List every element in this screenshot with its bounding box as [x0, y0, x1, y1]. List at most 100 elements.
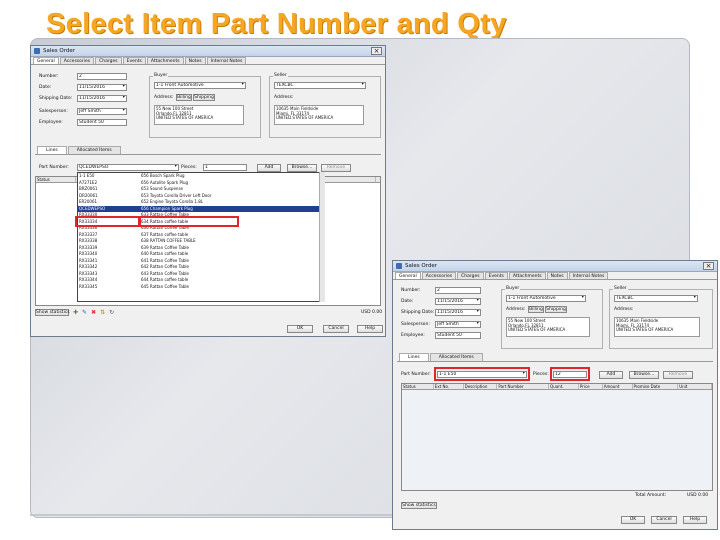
browse-button[interactable]: Browse...: [287, 164, 317, 172]
shipping-button[interactable]: Shipping: [545, 306, 567, 313]
refresh-icon[interactable]: ↻: [109, 309, 114, 316]
cancel-button[interactable]: Cancel: [323, 325, 349, 333]
tab-general[interactable]: General: [395, 272, 421, 279]
part-number-label: Part Number:: [401, 372, 431, 377]
tab-events[interactable]: Events: [484, 272, 508, 279]
highlight-part-number: [434, 367, 530, 381]
date-field[interactable]: 11/15/2016: [435, 298, 481, 305]
grid-column-header[interactable]: Quant.: [549, 384, 579, 389]
edit-icon[interactable]: ✎: [82, 309, 87, 316]
date-label: Date:: [39, 85, 52, 90]
salesperson-label: Salesperson:: [39, 109, 68, 114]
tab-attachments[interactable]: Attachments: [146, 57, 184, 64]
address-label: Address:: [154, 95, 174, 100]
seller-field[interactable]: TEXCBC: [614, 295, 698, 302]
grid-column-header[interactable]: Status: [402, 384, 434, 389]
total-value: USD 0.00: [361, 310, 383, 315]
billing-button[interactable]: Billing: [528, 306, 544, 313]
seller-field[interactable]: TEXCBC: [274, 82, 366, 89]
dropdown-scrollbar[interactable]: [319, 172, 325, 302]
part-number-label: Part Number:: [39, 165, 69, 170]
tab-general[interactable]: General: [33, 57, 59, 64]
grid-toolbar: ✚ ✎ ✖ ⇅ ↻: [73, 309, 114, 316]
grid-column-header[interactable]: Status: [36, 177, 76, 182]
grid-column-header[interactable]: Amount: [603, 384, 633, 389]
grid-column-header[interactable]: Part Number: [497, 384, 550, 389]
salesperson-field[interactable]: Jeff Smith: [435, 321, 481, 328]
show-statistics-button[interactable]: Show statistics: [35, 309, 70, 316]
seller-group-label: Seller: [273, 73, 288, 78]
buyer-field[interactable]: 1-1 Front Automotive: [506, 295, 586, 302]
tab-lines[interactable]: Lines: [37, 146, 67, 154]
total-label: Total Amount:: [635, 493, 667, 498]
grid-column-header[interactable]: Unit: [678, 384, 712, 389]
browse-button[interactable]: Browse...: [629, 371, 659, 379]
grid-header: Status Ext No. Description Part Number Quant…: [402, 384, 712, 390]
grid-column-header[interactable]: Promise Date: [633, 384, 679, 389]
tab-internal-notes[interactable]: Internal Notes: [206, 57, 247, 64]
seller-group-label: Seller: [613, 286, 628, 291]
tab-accessories[interactable]: Accessories: [421, 272, 457, 279]
tab-notes[interactable]: Notes: [184, 57, 206, 64]
seller-group: Seller TEXCBC Address: 10635 Main Fields…: [269, 73, 381, 138]
employee-label: Employee:: [39, 120, 63, 125]
grid-column-header[interactable]: Price: [579, 384, 603, 389]
tab-attachments[interactable]: Attachments: [508, 272, 546, 279]
buyer-field[interactable]: 1-1 Front Automotive: [154, 82, 246, 89]
shipping-button[interactable]: Shipping: [193, 94, 215, 101]
remove-button[interactable]: Remove: [663, 371, 693, 379]
employee-field[interactable]: Student 50: [435, 332, 481, 339]
grid-column-header[interactable]: Ext No.: [434, 384, 464, 389]
add-button[interactable]: Add: [257, 164, 281, 172]
ok-button[interactable]: OK: [621, 516, 645, 524]
billing-button[interactable]: Billing: [176, 94, 192, 101]
number-field[interactable]: 2: [77, 73, 127, 80]
seller-address-label: Address:: [274, 95, 294, 100]
option-part-number: RX33345: [79, 283, 98, 289]
help-button[interactable]: Help: [357, 325, 383, 333]
shipping-date-field[interactable]: 11/15/2016: [435, 309, 481, 316]
number-field[interactable]: 2: [435, 287, 481, 294]
grid-column-header[interactable]: Description: [464, 384, 498, 389]
add-row-icon[interactable]: ✚: [73, 309, 78, 316]
lines-grid: Status Ext No. Description Part Number Quant…: [401, 383, 713, 491]
tab-bar: General Accessories Charges Events Attachmen…: [31, 57, 385, 65]
part-number-dropdown-list: 1-1 E50 656 Bosch Spark Plug A7271E2 656 Au…: [77, 172, 325, 302]
shipping-date-label: Shipping Date:: [401, 310, 435, 315]
salesperson-field[interactable]: Jeff Smith: [77, 108, 127, 115]
pieces-field[interactable]: 1: [203, 164, 247, 171]
remove-button[interactable]: Remove: [321, 164, 351, 172]
tab-internal-notes[interactable]: Internal Notes: [568, 272, 609, 279]
divider: [35, 154, 381, 155]
tab-charges[interactable]: Charges: [457, 272, 484, 279]
option-description: 645 Rattan Coffee Table: [141, 283, 189, 289]
tab-charges[interactable]: Charges: [95, 57, 122, 64]
move-icon[interactable]: ⇅: [100, 309, 105, 316]
employee-label: Employee:: [401, 333, 425, 338]
add-button[interactable]: Add: [599, 371, 623, 379]
tab-events[interactable]: Events: [122, 57, 146, 64]
close-icon[interactable]: ×: [371, 47, 382, 55]
tab-allocated-items[interactable]: Allocated Items: [429, 353, 483, 361]
seller-address: 10635 Main Fieldside Miami, FL 33174 UNI…: [274, 105, 364, 125]
app-icon: [34, 48, 40, 54]
shipping-date-field[interactable]: 11/15/2016: [77, 95, 127, 102]
slide-title: Select Item Part Number and Qty: [46, 8, 507, 40]
tab-notes[interactable]: Notes: [546, 272, 568, 279]
part-number-dropdown[interactable]: QCEDWEPSO: [77, 164, 179, 171]
ok-button[interactable]: OK: [287, 325, 313, 333]
delete-icon[interactable]: ✖: [91, 309, 96, 316]
highlight-pieces: [550, 367, 590, 381]
tab-allocated-items[interactable]: Allocated Items: [67, 146, 121, 154]
dropdown-option[interactable]: RX33345 645 Rattan Coffee Table: [78, 284, 324, 291]
tab-lines[interactable]: Lines: [399, 353, 429, 361]
show-statistics-button[interactable]: Show statistics: [401, 502, 437, 509]
close-icon[interactable]: ×: [703, 262, 714, 270]
cancel-button[interactable]: Cancel: [651, 516, 677, 524]
employee-field[interactable]: Student 50: [77, 119, 127, 126]
buyer-group: Buyer 1-1 Front Automotive Address: Bill…: [501, 286, 603, 349]
help-button[interactable]: Help: [683, 516, 707, 524]
window-titlebar: Sales Order ×: [393, 261, 717, 272]
tab-accessories[interactable]: Accessories: [59, 57, 95, 64]
date-field[interactable]: 11/15/2016: [77, 84, 127, 91]
